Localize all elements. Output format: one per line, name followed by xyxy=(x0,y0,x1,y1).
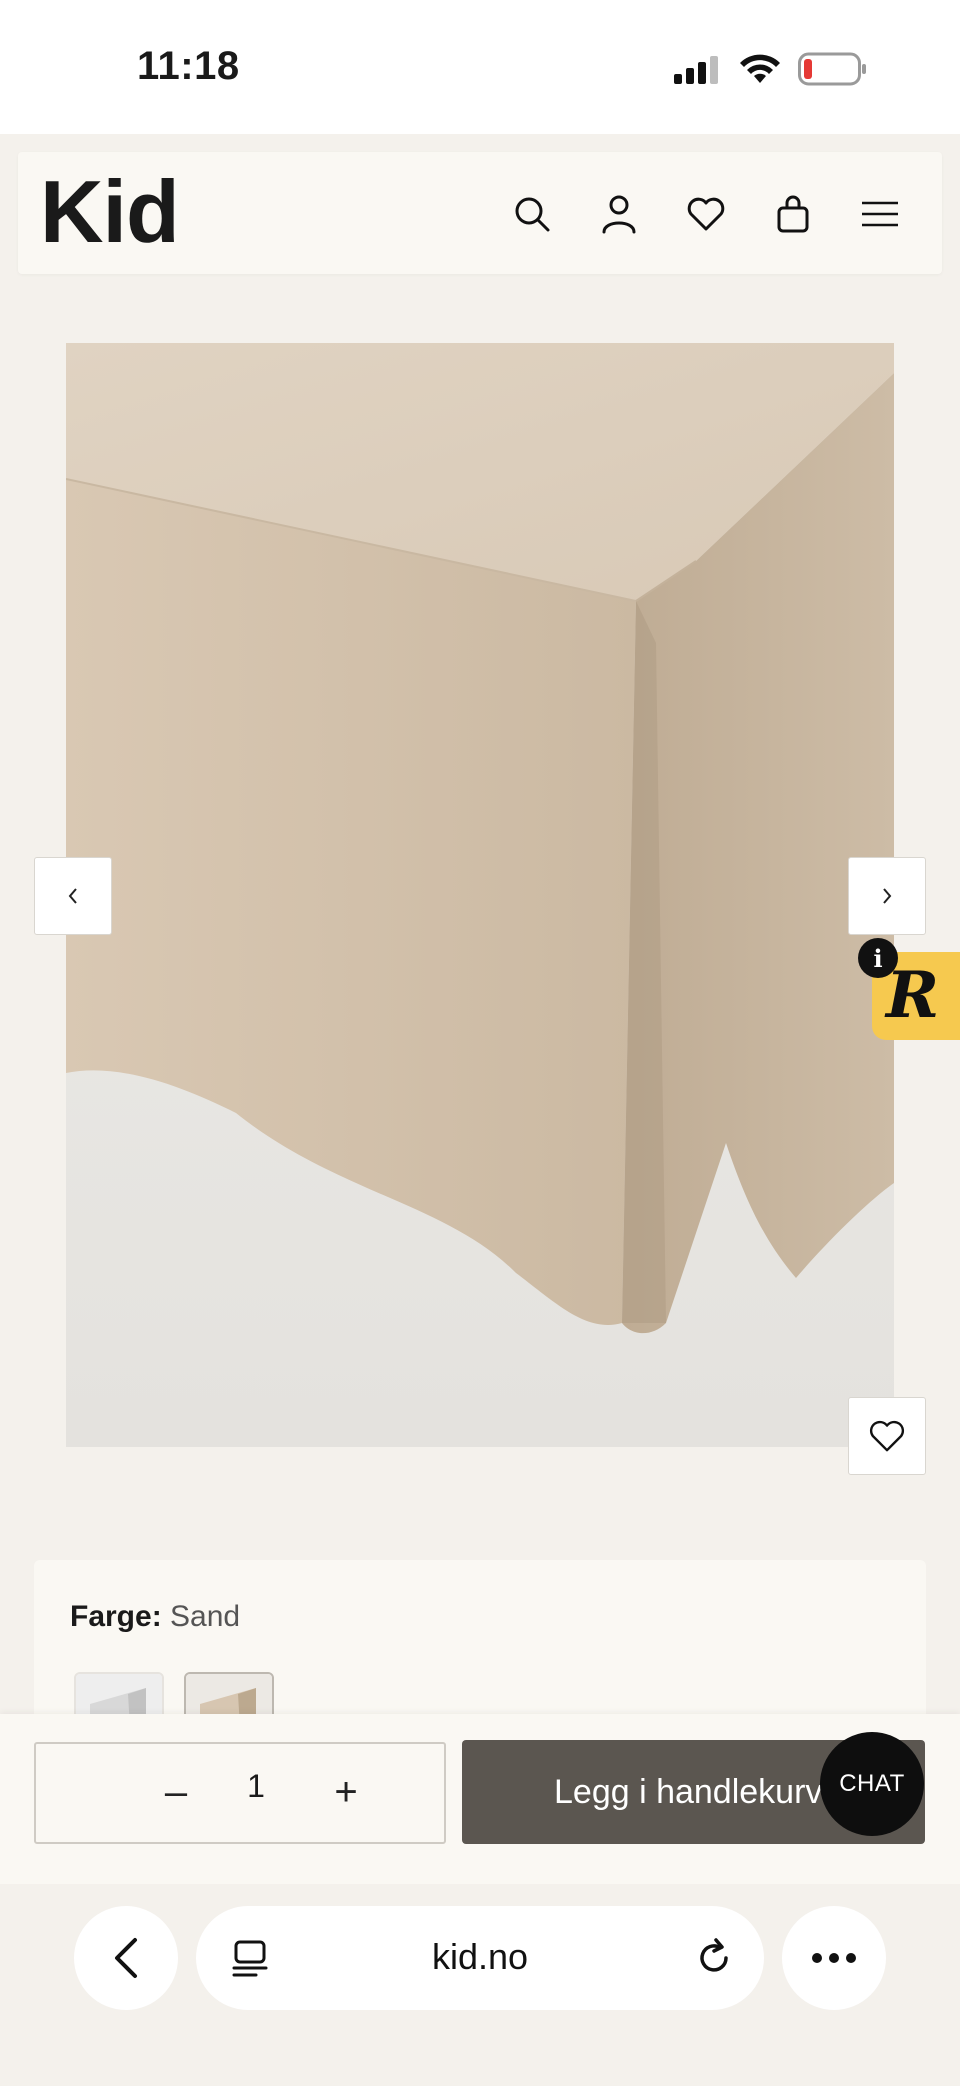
address-url: kid.no xyxy=(431,1936,529,1977)
chevron-right-icon xyxy=(883,888,892,904)
status-icons xyxy=(672,52,868,86)
menu-icon[interactable] xyxy=(858,192,902,236)
browser-toolbar: kid.no xyxy=(0,1884,960,2086)
reviews-info-icon[interactable]: i xyxy=(858,938,898,978)
gallery-prev-button[interactable] xyxy=(34,857,112,935)
heart-icon xyxy=(870,1420,904,1452)
quantity-stepper: – 1 + xyxy=(34,1742,446,1844)
signal-icon xyxy=(674,56,718,84)
chevron-left-icon xyxy=(68,888,77,904)
chat-button[interactable]: CHAT xyxy=(820,1732,924,1836)
wifi-icon xyxy=(740,54,780,83)
add-to-favorites-button[interactable] xyxy=(848,1397,926,1475)
kid-logo[interactable]: Kid xyxy=(40,164,180,260)
variant-selector: Farge: Sand xyxy=(34,1560,926,1762)
browser-more-button[interactable] xyxy=(782,1906,886,2010)
status-bar: 11:18 xyxy=(0,0,960,134)
status-time: 11:18 xyxy=(137,44,240,88)
quantity-decrease-button[interactable]: – xyxy=(146,1762,206,1822)
account-icon[interactable] xyxy=(597,192,641,236)
search-icon[interactable] xyxy=(510,192,554,236)
product-image xyxy=(66,343,894,1447)
add-to-cart-bar: – 1 + Legg i handlekurv xyxy=(0,1714,960,1884)
product-gallery: R i xyxy=(0,284,960,1484)
quantity-value[interactable]: 1 xyxy=(206,1768,306,1805)
color-value: Sand xyxy=(170,1600,241,1633)
color-label-row: Farge: Sand xyxy=(70,1600,240,1634)
battery-icon xyxy=(798,52,866,86)
cart-icon[interactable] xyxy=(771,192,815,236)
reload-icon[interactable] xyxy=(692,1936,736,1980)
back-arrow-icon xyxy=(115,1938,137,1978)
color-label: Farge: xyxy=(70,1600,162,1633)
site-header: Kid xyxy=(18,152,942,274)
gallery-next-button[interactable] xyxy=(848,857,926,935)
quantity-increase-button[interactable]: + xyxy=(316,1762,376,1822)
wishlist-icon[interactable] xyxy=(684,192,728,236)
address-bar[interactable]: kid.no xyxy=(196,1906,764,2010)
add-to-cart-label: Legg i handlekurv xyxy=(554,1772,823,1811)
browser-back-button[interactable] xyxy=(74,1906,178,2010)
more-dots-icon xyxy=(812,1953,856,1963)
